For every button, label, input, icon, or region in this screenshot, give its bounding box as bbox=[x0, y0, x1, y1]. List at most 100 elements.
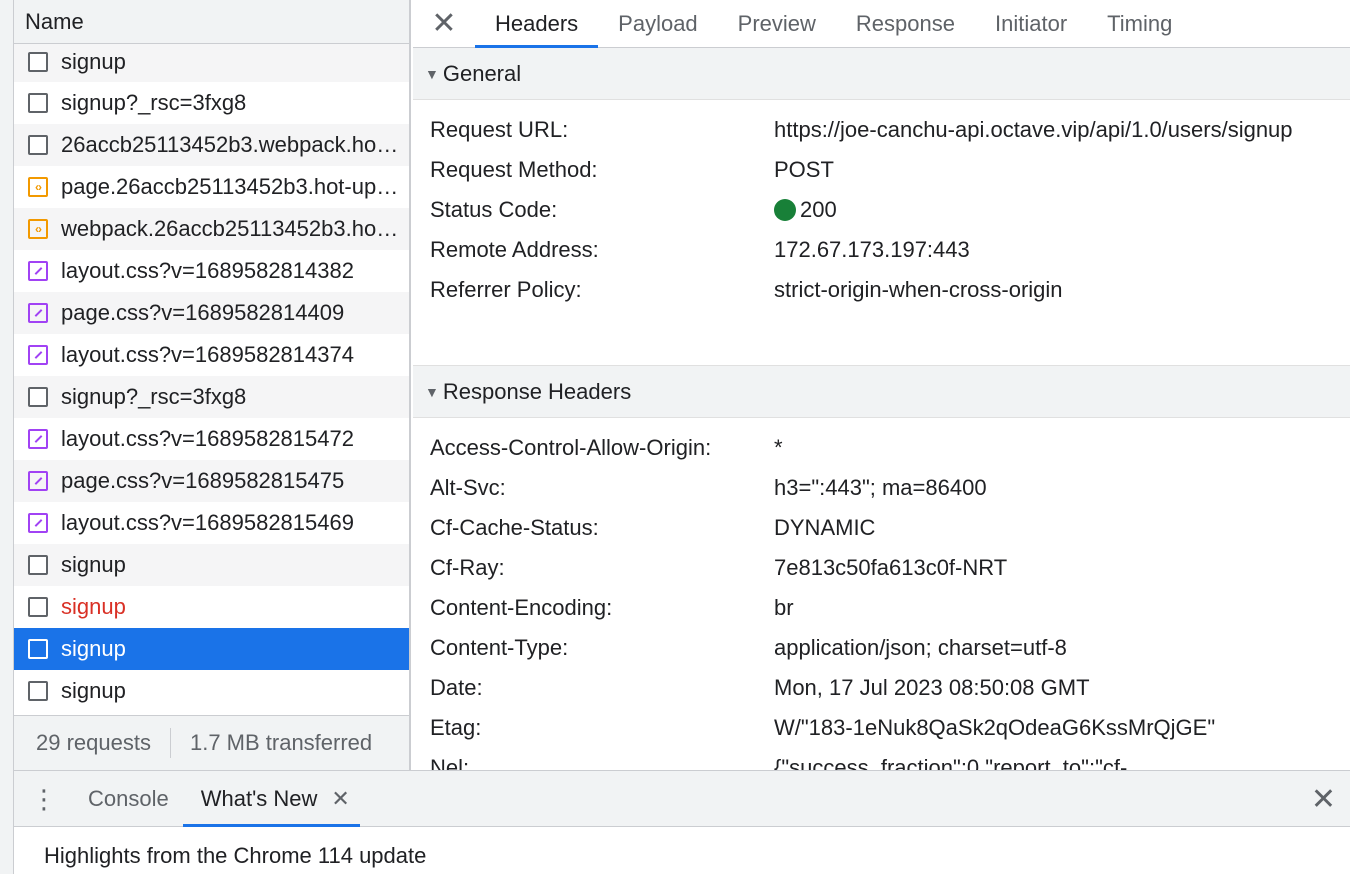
more-vertical-icon[interactable]: ⋮ bbox=[14, 771, 74, 826]
header-row: Remote Address: 172.67.173.197:443 bbox=[430, 230, 1350, 270]
status-code: 200 bbox=[774, 190, 1350, 230]
request-list-pane: Name signup signup?_rsc=3fxg8 26accb2511… bbox=[14, 0, 411, 770]
header-key: Access-Control-Allow-Origin: bbox=[430, 435, 712, 460]
request-row[interactable]: 26accb25113452b3.webpack.hot-update.json bbox=[14, 124, 409, 166]
tab-preview[interactable]: Preview bbox=[718, 0, 836, 47]
header-key: Date: bbox=[430, 675, 483, 700]
name-column-label: Name bbox=[25, 8, 84, 34]
header-row: Alt-Svc: h3=":443"; ma=86400 bbox=[430, 468, 1350, 508]
status-ok-icon bbox=[774, 199, 796, 221]
transferred-size: 1.7 MB transferred bbox=[189, 730, 373, 755]
request-name: page.css?v=1689582815475 bbox=[61, 468, 345, 493]
request-row[interactable]: webpack.26accb25113452b3.hot-update.js bbox=[14, 208, 409, 250]
referrer-policy-value: strict-origin-when-cross-origin bbox=[774, 277, 1063, 302]
header-row: Content-Encoding: br bbox=[430, 588, 1350, 628]
general-section: Request URL: https://joe-canchu-api.octa… bbox=[413, 100, 1350, 366]
header-row: Request Method: POST bbox=[430, 150, 1350, 190]
request-row[interactable]: signup bbox=[14, 544, 409, 586]
request-name: signup bbox=[61, 594, 126, 619]
request-count: 29 requests bbox=[36, 730, 151, 755]
request-list[interactable]: signup signup?_rsc=3fxg8 26accb25113452b… bbox=[14, 44, 409, 715]
tab-label: Preview bbox=[737, 10, 816, 36]
tab-console[interactable]: Console bbox=[74, 771, 183, 826]
stylesheet-icon bbox=[28, 513, 48, 533]
header-value: h3=":443"; ma=86400 bbox=[774, 475, 987, 500]
response-headers-section: Access-Control-Allow-Origin: * Alt-Svc: h3… bbox=[413, 418, 1350, 770]
header-key: Referrer Policy: bbox=[430, 277, 582, 302]
name-column-header[interactable]: Name bbox=[14, 0, 409, 44]
header-row: Cf-Cache-Status: DYNAMIC bbox=[430, 508, 1350, 548]
stylesheet-icon bbox=[28, 471, 48, 491]
request-details-pane: ✕ Headers Payload Preview Response Initi… bbox=[413, 0, 1350, 770]
tab-timing[interactable]: Timing bbox=[1087, 0, 1192, 47]
request-row[interactable]: page.css?v=1689582815475 bbox=[14, 460, 409, 502]
document-icon bbox=[28, 93, 48, 113]
request-name: page.css?v=1689582814409 bbox=[61, 300, 345, 325]
tab-label: Console bbox=[88, 785, 169, 811]
header-key: Remote Address: bbox=[430, 237, 599, 262]
tab-payload[interactable]: Payload bbox=[598, 0, 718, 47]
section-title: General bbox=[442, 60, 522, 86]
devtools-left-gutter bbox=[0, 0, 14, 874]
triangle-down-icon: ▼ bbox=[425, 65, 439, 82]
request-name: 26accb25113452b3.webpack.hot-update.json bbox=[61, 132, 401, 157]
request-row[interactable]: layout.css?v=1689582815469 bbox=[14, 502, 409, 544]
tab-headers[interactable]: Headers bbox=[475, 0, 599, 48]
request-row[interactable]: layout.css?v=1689582815472 bbox=[14, 418, 409, 460]
general-section-header[interactable]: ▼ General bbox=[413, 48, 1350, 100]
header-key: Content-Encoding: bbox=[430, 595, 613, 620]
header-key: Content-Type: bbox=[430, 635, 569, 660]
request-name: signup bbox=[61, 636, 126, 661]
request-row[interactable]: signup bbox=[14, 44, 409, 82]
header-row: Access-Control-Allow-Origin: * bbox=[430, 428, 1350, 468]
triangle-down-icon: ▼ bbox=[425, 383, 439, 400]
header-value: br bbox=[774, 595, 794, 620]
request-row[interactable]: page.css?v=1689582814409 bbox=[14, 292, 409, 334]
stylesheet-icon bbox=[28, 261, 48, 281]
request-url-value: https://joe-canchu-api.octave.vip/api/1.… bbox=[774, 117, 1293, 142]
header-key: Alt-Svc: bbox=[430, 475, 506, 500]
tab-label: Response bbox=[855, 10, 955, 36]
header-row: Request URL: https://joe-canchu-api.octa… bbox=[430, 110, 1350, 150]
header-row: Cf-Ray: 7e813c50fa613c0f-NRT bbox=[430, 548, 1350, 588]
header-value: W/"183-1eNuk8QaSk2qOdeaG6KssMrQjGE" bbox=[774, 715, 1216, 740]
request-row[interactable]: signup?_rsc=3fxg8 bbox=[14, 82, 409, 124]
header-value: application/json; charset=utf-8 bbox=[774, 635, 1067, 660]
request-row[interactable]: layout.css?v=1689582814374 bbox=[14, 334, 409, 376]
tab-initiator[interactable]: Initiator bbox=[975, 0, 1087, 47]
header-row: Nel: {"success_fraction":0,"report_to":"c… bbox=[430, 748, 1350, 770]
tab-label: What's New bbox=[200, 785, 318, 811]
close-icon[interactable]: ✕ bbox=[413, 0, 475, 47]
stylesheet-icon bbox=[28, 345, 48, 365]
tab-label: Timing bbox=[1107, 10, 1173, 36]
header-key: Request URL: bbox=[430, 117, 569, 142]
request-name: layout.css?v=1689582815469 bbox=[61, 510, 354, 535]
document-icon bbox=[28, 387, 48, 407]
request-name: signup bbox=[61, 552, 126, 577]
request-name: signup?_rsc=3fxg8 bbox=[61, 384, 247, 409]
request-name: webpack.26accb25113452b3.hot-update.js bbox=[61, 216, 401, 241]
header-value: * bbox=[774, 435, 783, 460]
close-drawer-icon[interactable]: ✕ bbox=[1311, 771, 1336, 827]
request-row-error[interactable]: signup bbox=[14, 586, 409, 628]
response-headers-section-header[interactable]: ▼ Response Headers bbox=[413, 366, 1350, 418]
header-row: Referrer Policy: strict-origin-when-cros… bbox=[430, 270, 1350, 310]
devtools-drawer: ⋮ Console What's New ✕ ✕ Highlights from… bbox=[14, 770, 1350, 874]
request-row[interactable]: layout.css?v=1689582814382 bbox=[14, 250, 409, 292]
document-icon bbox=[28, 681, 48, 701]
request-row[interactable]: page.26accb25113452b3.hot-update.js bbox=[14, 166, 409, 208]
request-row[interactable]: signup?_rsc=3fxg8 bbox=[14, 376, 409, 418]
request-row-selected[interactable]: signup bbox=[14, 628, 409, 670]
request-row[interactable]: signup bbox=[14, 670, 409, 712]
header-row: Content-Type: application/json; charset=u… bbox=[430, 628, 1350, 668]
request-name: signup bbox=[61, 49, 126, 74]
document-icon bbox=[28, 52, 48, 72]
whats-new-headline: Highlights from the Chrome 114 update bbox=[44, 843, 427, 868]
tab-label: Payload bbox=[618, 10, 698, 36]
header-value: Mon, 17 Jul 2023 08:50:08 GMT bbox=[774, 675, 1090, 700]
header-key: Status Code: bbox=[430, 197, 558, 222]
header-row: Status Code: 200 bbox=[430, 190, 1350, 230]
tab-response[interactable]: Response bbox=[836, 0, 975, 47]
close-tab-icon[interactable]: ✕ bbox=[331, 786, 349, 812]
tab-whats-new[interactable]: What's New ✕ bbox=[182, 771, 360, 827]
